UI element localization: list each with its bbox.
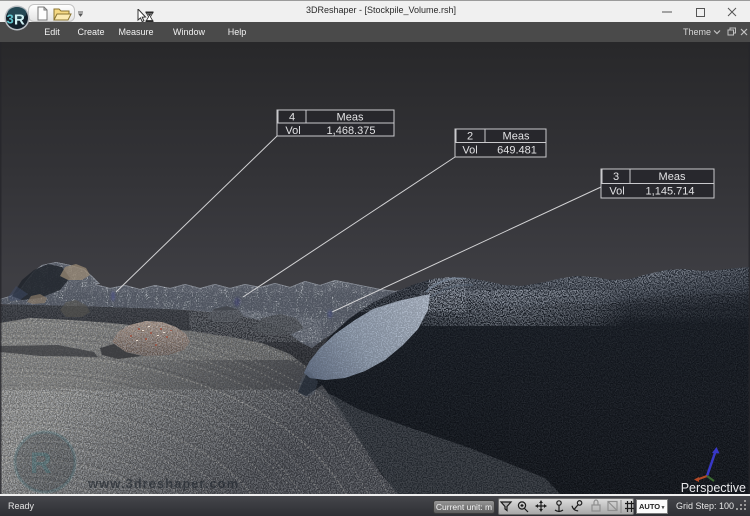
svg-text:4: 4 <box>289 112 295 124</box>
svg-text:Meas: Meas <box>659 171 686 183</box>
svg-text:Meas: Meas <box>337 112 364 124</box>
svg-text:R: R <box>14 12 25 29</box>
svg-text:Vol: Vol <box>609 186 624 198</box>
svg-text:Perspective: Perspective <box>681 481 746 494</box>
svg-text:2: 2 <box>467 131 473 143</box>
svg-text:www.3dreshaper.com: www.3dreshaper.com <box>87 476 239 491</box>
svg-text:1,145.714: 1,145.714 <box>646 186 695 198</box>
svg-text:1,468.375: 1,468.375 <box>327 125 376 137</box>
svg-text:3: 3 <box>7 12 14 27</box>
svg-text:Vol: Vol <box>285 125 300 137</box>
svg-text:649.481: 649.481 <box>497 145 537 157</box>
svg-text:Meas: Meas <box>503 131 530 143</box>
svg-text:3: 3 <box>613 171 619 183</box>
svg-text:R: R <box>30 447 52 480</box>
svg-text:Vol: Vol <box>462 145 477 157</box>
